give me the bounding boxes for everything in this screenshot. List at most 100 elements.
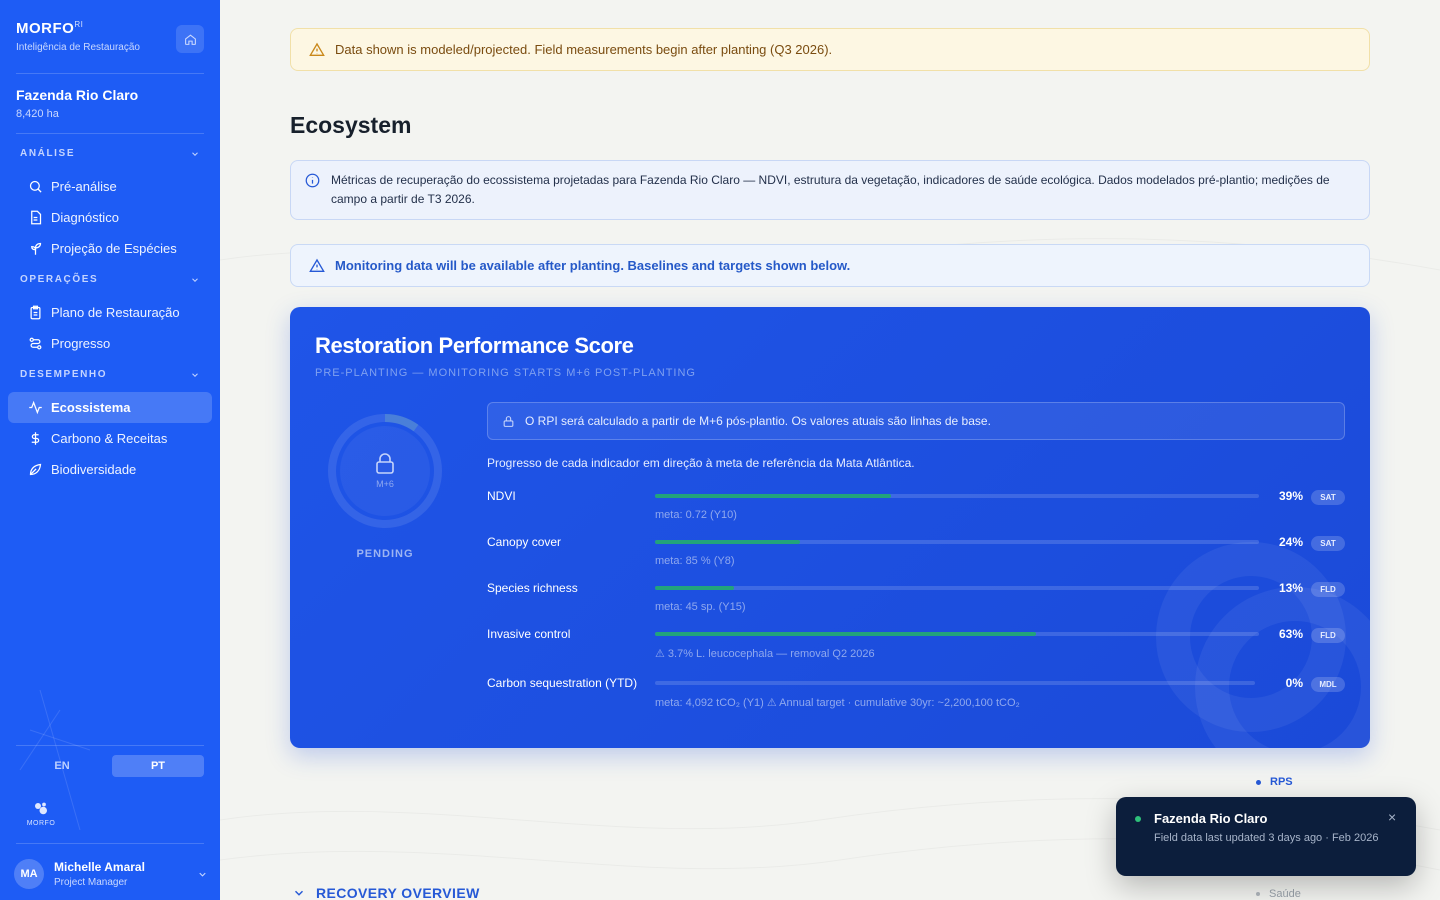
status-dot	[1135, 816, 1141, 822]
indicator-source-badge: SAT	[1311, 536, 1345, 551]
chevron-down-icon	[199, 872, 206, 877]
farm-name: Fazenda Rio Claro	[16, 87, 139, 103]
info-box-text: Métricas de recuperação do ecossistema p…	[331, 173, 1330, 206]
sidebar-item-ecossistema[interactable]: Ecossistema	[8, 392, 212, 423]
indicator-percent: 13%	[1278, 581, 1303, 595]
language-pt-button[interactable]: PT	[112, 755, 204, 777]
indicator-meta: meta: 0.72 (Y10)	[655, 509, 737, 521]
indicator-source-badge: FLD	[1311, 582, 1345, 597]
search-icon	[29, 180, 42, 193]
footer-logo: MORFO	[20, 800, 62, 827]
indicator-label: Canopy cover	[487, 535, 562, 549]
sidebar-item-carbono-receitas[interactable]: Carbono & Receitas	[8, 423, 212, 454]
divider	[16, 133, 204, 134]
score-ring	[328, 414, 442, 528]
leaf-icon	[29, 463, 42, 476]
sidebar-item-pre-analise[interactable]: Pré-análise	[8, 171, 212, 202]
indicator-track	[655, 681, 1255, 685]
dollar-icon	[31, 432, 40, 445]
indicator-percent: 63%	[1278, 627, 1303, 641]
rpi-note-text: O RPI será calculado a partir de M+6 pós…	[525, 414, 991, 428]
indicator-progress-fill	[655, 632, 1036, 636]
sidebar-item-diagnostico[interactable]: Diagnóstico	[8, 202, 212, 233]
farm-selector[interactable]: Fazenda Rio Claro 8,420 ha	[16, 87, 138, 120]
divider	[16, 843, 204, 844]
chevron-down-icon	[192, 277, 198, 282]
info-box: Métricas de recuperação do ecossistema p…	[290, 160, 1370, 220]
info-icon	[305, 173, 320, 188]
indicator-track	[655, 494, 1259, 498]
sidebar: MORFORI Inteligência de Restauração Faze…	[0, 0, 220, 900]
indicator-track	[655, 540, 1259, 544]
section-desempenho[interactable]: DESEMPENHO	[20, 369, 200, 380]
morfo-logo-icon	[35, 802, 47, 815]
indicator-progress-fill	[655, 540, 800, 544]
brand[interactable]: MORFORI Inteligência de Restauração	[16, 20, 140, 53]
indicator-meta: meta: 45 sp. (Y15)	[655, 601, 746, 613]
indicator-meta: meta: 85 % (Y8)	[655, 555, 735, 567]
language-en-button[interactable]: EN	[16, 755, 108, 777]
brand-name: MORFORI	[16, 20, 84, 37]
home-button[interactable]	[176, 25, 204, 53]
farm-area: 8,420 ha	[16, 108, 59, 120]
document-icon	[31, 210, 42, 225]
indicator-label: Invasive control	[487, 627, 571, 641]
restoration-score-card: Restoration Performance Score PRE-PLANTI…	[290, 307, 1370, 748]
divider	[16, 745, 204, 746]
section-analise[interactable]: ANÁLISE	[20, 148, 200, 159]
indicator-progress-fill	[655, 586, 734, 590]
user-menu[interactable]: MA Michelle Amaral Project Manager	[14, 859, 208, 889]
indicator-track	[655, 632, 1259, 636]
card-title: Restoration Performance Score	[315, 333, 634, 358]
activity-icon	[29, 400, 42, 415]
ring-label: M+6	[376, 479, 394, 489]
sidebar-item-progresso[interactable]: Progresso	[8, 328, 212, 359]
legend-saude: Saúde	[1256, 888, 1301, 900]
indicator-source-badge: SAT	[1311, 490, 1345, 505]
indicator-meta: meta: 4,092 tCO₂ (Y1) ⚠ Annual target · …	[655, 697, 1020, 709]
indicator-percent: 39%	[1278, 489, 1303, 503]
toast-notification: Fazenda Rio Claro Field data last update…	[1116, 797, 1416, 876]
chevron-down-icon	[192, 151, 198, 156]
home-icon	[184, 33, 196, 45]
recovery-overview-label: RECOVERY OVERVIEW	[316, 885, 480, 900]
indicator-track	[655, 586, 1259, 590]
warning-icon	[309, 42, 325, 56]
divider	[16, 73, 204, 74]
lock-icon	[503, 415, 514, 427]
brand-tagline: Inteligência de Restauração	[16, 42, 140, 53]
warning-icon	[309, 258, 325, 272]
legend-rps: RPS	[1256, 776, 1293, 788]
rpi-note: O RPI será calculado a partir de M+6 pós…	[487, 402, 1345, 440]
indicator-label: NDVI	[487, 489, 516, 503]
route-icon	[29, 337, 42, 350]
indicator-percent: 0%	[1285, 676, 1303, 690]
clipboard-icon	[30, 305, 41, 320]
section-operacoes[interactable]: OPERAÇÕES	[20, 274, 200, 285]
recovery-overview-toggle[interactable]: RECOVERY OVERVIEW	[292, 885, 480, 900]
indicator-label: Carbon sequestration (YTD)	[487, 676, 638, 690]
indicator-label: Species richness	[487, 581, 578, 595]
close-icon[interactable]: ×	[1388, 809, 1396, 825]
indicator-meta: ⚠ 3.7% L. leucocephala — removal Q2 2026	[655, 648, 875, 660]
sidebar-item-biodiversidade[interactable]: Biodiversidade	[8, 454, 212, 485]
sidebar-item-plano-restauracao[interactable]: Plano de Restauração	[8, 297, 212, 328]
user-role: Project Manager	[54, 877, 128, 888]
score-status: PENDING	[356, 548, 414, 560]
indicator-source-badge: FLD	[1311, 628, 1345, 643]
indicator-percent: 24%	[1278, 535, 1303, 549]
warning-banner-text: Data shown is modeled/projected. Field m…	[335, 42, 833, 57]
warning-banner: Data shown is modeled/projected. Field m…	[290, 28, 1370, 71]
monitoring-notice-text: Monitoring data will be available after …	[335, 258, 851, 273]
user-name: Michelle Amaral	[54, 860, 145, 874]
sidebar-item-projecao-especies[interactable]: Projeção de Espécies	[8, 233, 212, 264]
chevron-down-icon	[294, 890, 304, 896]
indicator-progress-fill	[655, 494, 891, 498]
indicator-intro: Progresso de cada indicador em direção à…	[487, 456, 915, 470]
indicator-source-badge: MDL	[1311, 677, 1345, 692]
toast-body: Field data last updated 3 days ago · Feb…	[1154, 832, 1379, 844]
card-subtitle: PRE-PLANTING — MONITORING STARTS M+6 POS…	[315, 367, 696, 379]
page-title: Ecosystem	[290, 112, 412, 138]
toast-title: Fazenda Rio Claro	[1154, 811, 1268, 826]
footer-logo-text: MORFO	[26, 820, 56, 827]
